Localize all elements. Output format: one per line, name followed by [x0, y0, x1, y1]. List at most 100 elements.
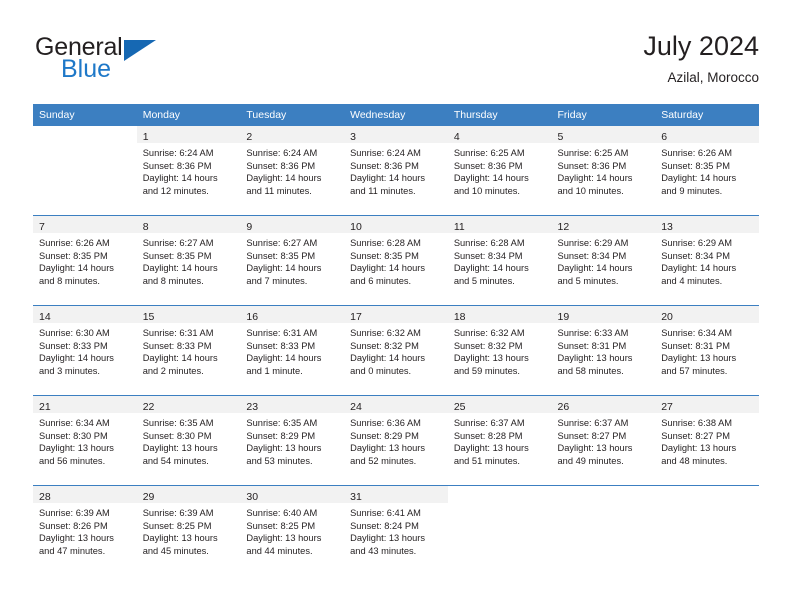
day-cell-content: 30 Sunrise: 6:40 AM Sunset: 8:25 PM Dayligh… [240, 486, 345, 575]
daylight-duration-line2: and 5 minutes. [557, 275, 619, 286]
calendar-day-cell[interactable]: 20 Sunrise: 6:34 AM Sunset: 8:31 PM Dayligh… [655, 305, 759, 396]
calendar-day-cell[interactable]: 6 Sunrise: 6:26 AM Sunset: 8:35 PM Daylight… [655, 126, 759, 216]
day-sun-info: Sunrise: 6:35 AM Sunset: 8:30 PM Daylight:… [137, 413, 241, 467]
calendar-day-cell[interactable]: 25 Sunrise: 6:37 AM Sunset: 8:28 PM Dayligh… [447, 395, 552, 486]
day-cell-content: 20 Sunrise: 6:34 AM Sunset: 8:31 PM Dayligh… [655, 306, 759, 395]
calendar-day-cell[interactable]: 4 Sunrise: 6:25 AM Sunset: 8:36 PM Daylight… [447, 126, 552, 216]
calendar-day-cell[interactable]: 17 Sunrise: 6:32 AM Sunset: 8:32 PM Dayligh… [344, 305, 448, 396]
calendar-day-cell[interactable]: 31 Sunrise: 6:41 AM Sunset: 8:24 PM Dayligh… [344, 485, 448, 575]
calendar-day-cell[interactable]: 21 Sunrise: 6:34 AM Sunset: 8:30 PM Dayligh… [33, 395, 137, 486]
calendar-week-row: 21 Sunrise: 6:34 AM Sunset: 8:30 PM Dayligh… [33, 395, 759, 486]
day-number: 3 [350, 131, 356, 143]
daylight-duration-line2: and 8 minutes. [39, 275, 100, 286]
day-number-band: 21 [33, 396, 137, 413]
calendar-day-cell [551, 485, 656, 575]
calendar-day-cell[interactable]: 1 Sunrise: 6:24 AM Sunset: 8:36 PM Daylight… [136, 126, 241, 216]
day-cell-content: 4 Sunrise: 6:25 AM Sunset: 8:36 PM Daylight… [447, 126, 552, 215]
daylight-duration-line1: Daylight: 14 hours [661, 263, 737, 274]
daylight-duration-line1: Daylight: 13 hours [557, 353, 633, 364]
daylight-duration-line2: and 49 minutes. [557, 455, 624, 466]
day-number-band: 16 [240, 306, 345, 323]
day-sun-info: Sunrise: 6:34 AM Sunset: 8:31 PM Daylight:… [655, 323, 759, 377]
calendar-day-cell[interactable]: 22 Sunrise: 6:35 AM Sunset: 8:30 PM Dayligh… [136, 395, 241, 486]
calendar-day-cell[interactable]: 3 Sunrise: 6:24 AM Sunset: 8:36 PM Daylight… [344, 126, 448, 216]
daylight-duration-line1: Daylight: 14 hours [142, 353, 218, 364]
calendar-day-cell[interactable]: 11 Sunrise: 6:28 AM Sunset: 8:34 PM Dayligh… [447, 215, 552, 306]
day-sun-info: Sunrise: 6:24 AM Sunset: 8:36 PM Daylight:… [240, 143, 344, 197]
day-number: 20 [661, 311, 673, 323]
day-number: 10 [350, 221, 362, 233]
day-number-band [447, 486, 552, 503]
sunset-time: Sunset: 8:36 PM [350, 160, 419, 171]
day-sun-info: Sunrise: 6:32 AM Sunset: 8:32 PM Daylight:… [344, 323, 448, 377]
sunrise-time: Sunrise: 6:26 AM [39, 238, 110, 248]
daylight-duration-line1: Daylight: 13 hours [246, 443, 322, 454]
calendar-week-row: 14 Sunrise: 6:30 AM Sunset: 8:33 PM Dayligh… [33, 305, 759, 396]
page-header: General Blue July 2024 Azilal, Morocco [33, 30, 759, 98]
sunset-time: Sunset: 8:35 PM [39, 250, 108, 261]
day-sun-info: Sunrise: 6:34 AM Sunset: 8:30 PM Daylight:… [33, 413, 137, 467]
calendar-day-cell[interactable]: 2 Sunrise: 6:24 AM Sunset: 8:36 PM Daylight… [240, 126, 345, 216]
day-number: 11 [453, 221, 465, 233]
day-number-band: 9 [240, 216, 345, 233]
daylight-duration-line1: Daylight: 14 hours [661, 173, 737, 184]
day-number: 18 [453, 311, 466, 323]
calendar-week-row: 28 Sunrise: 6:39 AM Sunset: 8:26 PM Dayligh… [33, 485, 759, 575]
calendar-day-cell[interactable]: 19 Sunrise: 6:33 AM Sunset: 8:31 PM Dayligh… [551, 305, 656, 396]
day-sun-info: Sunrise: 6:26 AM Sunset: 8:35 PM Daylight:… [33, 233, 137, 287]
sunset-time: Sunset: 8:31 PM [557, 340, 627, 351]
day-cell-content: 19 Sunrise: 6:33 AM Sunset: 8:31 PM Dayligh… [551, 306, 656, 395]
day-sun-info: Sunrise: 6:27 AM Sunset: 8:35 PM Daylight:… [240, 233, 344, 287]
calendar-day-cell[interactable]: 26 Sunrise: 6:37 AM Sunset: 8:27 PM Dayligh… [551, 395, 656, 486]
calendar-day-cell[interactable]: 28 Sunrise: 6:39 AM Sunset: 8:26 PM Dayligh… [33, 485, 137, 575]
day-number-band: 23 [240, 396, 345, 413]
day-number-band: 5 [551, 126, 656, 143]
calendar-day-cell[interactable]: 29 Sunrise: 6:39 AM Sunset: 8:25 PM Dayligh… [136, 485, 241, 575]
sunrise-time: Sunrise: 6:25 AM [453, 148, 525, 158]
day-sun-info: Sunrise: 6:32 AM Sunset: 8:32 PM Daylight:… [448, 323, 552, 377]
daylight-duration-line1: Daylight: 13 hours [661, 443, 737, 454]
weekday-header-thursday: Thursday [447, 104, 552, 126]
day-number-band: 26 [551, 396, 656, 413]
day-number: 31 [350, 491, 362, 503]
daylight-duration-line1: Daylight: 14 hours [350, 353, 426, 364]
calendar-day-cell[interactable]: 16 Sunrise: 6:31 AM Sunset: 8:33 PM Dayligh… [240, 305, 345, 396]
calendar-day-cell[interactable]: 14 Sunrise: 6:30 AM Sunset: 8:33 PM Dayligh… [33, 305, 137, 396]
day-sun-info: Sunrise: 6:25 AM Sunset: 8:36 PM Daylight:… [552, 143, 656, 197]
daylight-duration-line1: Daylight: 14 hours [142, 263, 218, 274]
calendar-day-cell[interactable]: 27 Sunrise: 6:38 AM Sunset: 8:27 PM Dayligh… [655, 395, 759, 486]
general-blue-logo: General Blue [33, 34, 233, 90]
day-number-band: 7 [33, 216, 137, 233]
calendar-day-cell[interactable]: 8 Sunrise: 6:27 AM Sunset: 8:35 PM Daylight… [136, 215, 241, 306]
day-cell-content: 11 Sunrise: 6:28 AM Sunset: 8:34 PM Dayligh… [447, 216, 552, 305]
daylight-duration-line2: and 9 minutes. [661, 185, 723, 196]
calendar-day-cell[interactable]: 10 Sunrise: 6:28 AM Sunset: 8:35 PM Dayligh… [344, 215, 448, 306]
day-sun-info [448, 503, 552, 507]
day-number-band [33, 126, 137, 143]
calendar-day-cell[interactable]: 12 Sunrise: 6:29 AM Sunset: 8:34 PM Dayligh… [551, 215, 656, 306]
page-title: July 2024 [643, 31, 759, 61]
sunrise-time: Sunrise: 6:31 AM [246, 328, 318, 338]
calendar-day-cell[interactable]: 5 Sunrise: 6:25 AM Sunset: 8:36 PM Daylight… [551, 126, 656, 216]
daylight-duration-line1: Daylight: 13 hours [661, 353, 737, 364]
calendar-day-cell[interactable]: 9 Sunrise: 6:27 AM Sunset: 8:35 PM Daylight… [240, 215, 345, 306]
calendar-day-cell[interactable]: 30 Sunrise: 6:40 AM Sunset: 8:25 PM Dayligh… [240, 485, 345, 575]
calendar-day-cell[interactable]: 18 Sunrise: 6:32 AM Sunset: 8:32 PM Dayligh… [447, 305, 552, 396]
day-number-band: 27 [655, 396, 759, 413]
calendar-day-cell[interactable]: 24 Sunrise: 6:36 AM Sunset: 8:29 PM Dayligh… [344, 395, 448, 486]
weekday-header-monday: Monday [136, 104, 241, 126]
sunrise-time: Sunrise: 6:41 AM [350, 508, 421, 518]
daylight-duration-line1: Daylight: 14 hours [39, 353, 114, 364]
daylight-duration-line1: Daylight: 14 hours [557, 263, 633, 274]
daylight-duration-line1: Daylight: 13 hours [142, 533, 218, 544]
daylight-duration-line2: and 52 minutes. [350, 455, 417, 466]
daylight-duration-line1: Daylight: 14 hours [39, 263, 114, 274]
sunrise-time: Sunrise: 6:35 AM [246, 418, 318, 428]
calendar-day-cell[interactable]: 15 Sunrise: 6:31 AM Sunset: 8:33 PM Dayligh… [136, 305, 241, 396]
day-number: 28 [39, 491, 51, 503]
daylight-duration-line1: Daylight: 14 hours [142, 173, 218, 184]
day-sun-info: Sunrise: 6:29 AM Sunset: 8:34 PM Daylight:… [552, 233, 656, 287]
calendar-day-cell[interactable]: 23 Sunrise: 6:35 AM Sunset: 8:29 PM Dayligh… [240, 395, 345, 486]
calendar-day-cell[interactable]: 7 Sunrise: 6:26 AM Sunset: 8:35 PM Daylight… [33, 215, 137, 306]
calendar-day-cell[interactable]: 13 Sunrise: 6:29 AM Sunset: 8:34 PM Dayligh… [655, 215, 759, 306]
